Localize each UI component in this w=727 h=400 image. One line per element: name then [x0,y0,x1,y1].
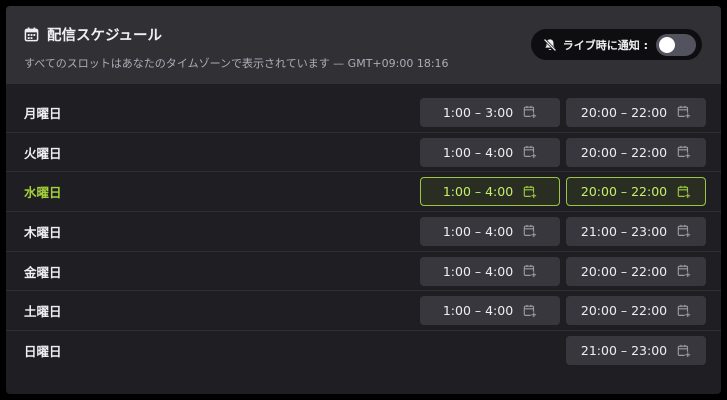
schedule-row: 月曜日 1:00 – 3:00 20:00 – 22:00 [6,93,721,133]
day-label: 土曜日 [24,304,62,320]
toggle-knob [659,36,675,53]
time-slot-button[interactable]: 20:00 – 22:00 [566,256,706,286]
schedule-list: 月曜日 1:00 – 3:00 20:00 – 22:00 火曜日 1:00 – 4:0… [6,84,721,371]
calendar-add-icon [677,304,691,318]
time-slot-label: 21:00 – 23:00 [580,343,668,359]
time-slot-label: 20:00 – 22:00 [580,104,668,120]
schedule-row: 土曜日 1:00 – 4:00 20:00 – 22:00 [6,291,721,332]
time-slot-button[interactable]: 20:00 – 22:00 [566,177,706,207]
time-slot-button[interactable]: 1:00 – 4:00 [420,216,560,246]
calendar-add-icon [677,145,691,159]
time-slot-button[interactable]: 1:00 – 4:00 [420,296,560,326]
schedule-row: 金曜日 1:00 – 4:00 20:00 – 22:00 [6,252,721,292]
calendar-add-icon [677,264,691,278]
bell-off-icon [543,38,557,52]
day-label: 日曜日 [24,344,62,360]
calendar-add-icon [677,185,691,199]
time-slot-label: 1:00 – 4:00 [442,223,514,239]
time-slot-label: 1:00 – 4:00 [442,303,514,319]
time-slot-label: 21:00 – 23:00 [580,223,668,239]
calendar-add-icon [677,344,691,358]
notify-label: ライブ時に通知 : [562,38,648,52]
time-slot-label: 1:00 – 4:00 [442,184,514,200]
day-label: 水曜日 [24,185,62,201]
calendar-add-icon [523,264,537,278]
time-slot-label: 20:00 – 22:00 [580,263,668,279]
schedule-row: 木曜日 1:00 – 4:00 21:00 – 23:00 [6,212,721,252]
day-label: 木曜日 [24,224,62,240]
calendar-add-icon [523,145,537,159]
page-title: 配信スケジュール [47,28,162,44]
time-slot-label: 1:00 – 4:00 [442,144,514,160]
time-slot-label: 1:00 – 3:00 [442,104,514,120]
time-slot-label: 20:00 – 22:00 [580,303,668,319]
time-slot-button[interactable]: 1:00 – 3:00 [420,97,560,127]
schedule-header: 配信スケジュール すべてのスロットはあなたのタイムゾーンで表示されています — … [6,6,721,84]
time-slot-button[interactable]: 21:00 – 23:00 [566,336,706,366]
time-slot-button[interactable]: 1:00 – 4:00 [420,137,560,167]
calendar-add-icon [677,105,691,120]
schedule-row: 火曜日 1:00 – 4:00 20:00 – 22:00 [6,133,721,173]
notify-toggle[interactable] [656,33,696,56]
time-slot-button[interactable]: 20:00 – 22:00 [566,296,706,326]
day-label: 月曜日 [24,105,62,121]
schedule-row: 日曜日 21:00 – 23:00 [6,331,721,371]
schedule-panel: 配信スケジュール すべてのスロットはあなたのタイムゾーンで表示されています — … [6,6,721,394]
live-notify-control[interactable]: ライブ時に通知 : [530,29,702,60]
calendar-add-icon [523,304,537,318]
calendar-add-icon [523,105,537,120]
calendar-add-icon [677,224,691,239]
time-slot-label: 20:00 – 22:00 [580,184,668,200]
time-slot-button[interactable]: 20:00 – 22:00 [566,97,706,127]
calendar-icon [24,27,39,42]
time-slot-button[interactable]: 21:00 – 23:00 [566,216,706,246]
time-slot-button[interactable]: 20:00 – 22:00 [566,137,706,167]
time-slot-label: 1:00 – 4:00 [442,263,514,279]
day-label: 金曜日 [24,264,62,280]
schedule-row: 水曜日 1:00 – 4:00 20:00 – 22:00 [6,172,721,213]
time-slot-button[interactable]: 1:00 – 4:00 [420,177,560,207]
calendar-add-icon [523,224,537,239]
time-slot-label: 20:00 – 22:00 [580,144,668,160]
day-label: 火曜日 [24,145,62,161]
time-slot-button[interactable]: 1:00 – 4:00 [420,256,560,286]
calendar-add-icon [523,185,537,199]
